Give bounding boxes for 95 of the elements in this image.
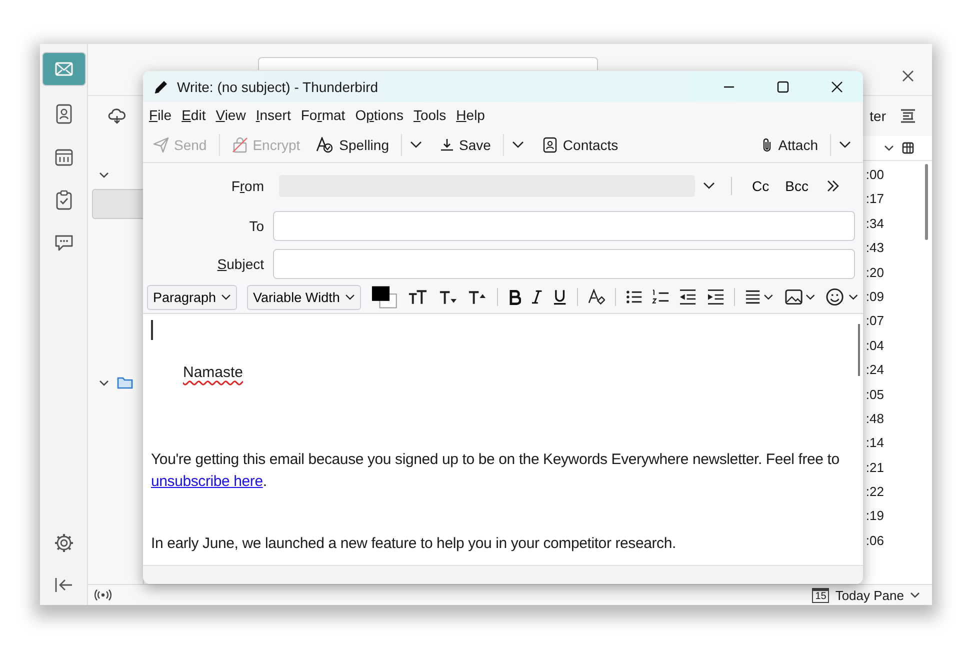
menu-item[interactable]: Edit bbox=[182, 107, 206, 123]
chevron-icon[interactable] bbox=[99, 380, 109, 386]
chevron-icon bbox=[221, 294, 232, 300]
italic-icon[interactable] bbox=[531, 289, 543, 305]
close-icon[interactable] bbox=[831, 80, 843, 92]
time-cell-text: :04 bbox=[866, 336, 884, 355]
cloud-icon[interactable] bbox=[108, 108, 126, 124]
table-icon[interactable] bbox=[902, 142, 914, 154]
from-label: From bbox=[230, 178, 265, 194]
layout-icon[interactable] bbox=[900, 108, 916, 124]
clear-formatting-icon[interactable] bbox=[588, 289, 606, 305]
menu-item[interactable]: File bbox=[149, 107, 172, 123]
font-size-icon[interactable] bbox=[408, 289, 428, 305]
tasks-icon[interactable] bbox=[56, 190, 72, 210]
menu-item[interactable]: Help bbox=[456, 107, 485, 123]
bulleted-list-icon[interactable] bbox=[626, 290, 642, 304]
time-cell-text: :07 bbox=[866, 312, 884, 330]
time-cell-text: :20 bbox=[866, 264, 884, 282]
maximize-icon[interactable] bbox=[777, 80, 789, 92]
indent-icon[interactable] bbox=[706, 289, 724, 305]
underline-icon[interactable] bbox=[552, 289, 567, 305]
text-cursor bbox=[151, 320, 152, 340]
menu-item[interactable]: View bbox=[216, 107, 246, 123]
chevron-icon[interactable] bbox=[99, 172, 109, 178]
paragraph-format-dropdown[interactable]: Paragraph bbox=[147, 284, 238, 310]
larger-text-icon[interactable] bbox=[467, 289, 487, 305]
chat-icon[interactable] bbox=[54, 234, 74, 252]
more-icon[interactable] bbox=[826, 180, 840, 192]
time-cell-text: :14 bbox=[866, 434, 884, 452]
send-icon bbox=[153, 137, 169, 153]
bold-icon[interactable] bbox=[508, 289, 522, 305]
lock-icon bbox=[232, 137, 248, 153]
contact-card-icon bbox=[542, 137, 558, 153]
paperclip-icon bbox=[761, 137, 774, 153]
bcc-button[interactable]: Bcc bbox=[777, 176, 816, 196]
font-dropdown[interactable]: Variable Width bbox=[247, 284, 361, 310]
body-paragraph: You're getting this email because you signed up to be on the Keywords Everywhere newsletter. Feel free to unsubscribe here. bbox=[151, 450, 840, 492]
chevron-icon[interactable] bbox=[703, 182, 715, 190]
menu-item[interactable]: Format bbox=[300, 107, 346, 123]
chevron-icon[interactable] bbox=[884, 145, 894, 151]
today-pane-button[interactable]: 15 Today Pane bbox=[812, 588, 920, 602]
spell-check-icon bbox=[316, 137, 334, 153]
search-field[interactable] bbox=[258, 57, 598, 70]
time-cell-text: :00 bbox=[866, 166, 884, 184]
to-field[interactable] bbox=[273, 211, 855, 241]
attach-button[interactable]: Attach bbox=[757, 134, 822, 156]
subject-field[interactable] bbox=[273, 249, 855, 279]
numbered-list-icon[interactable] bbox=[652, 289, 670, 305]
time-cell-text: :06 bbox=[866, 532, 884, 550]
online-status-icon[interactable] bbox=[94, 589, 112, 601]
time-cell-text: :43 bbox=[866, 239, 884, 258]
body-paragraph: In early June, we launched a new feature to help you in your competitor research. bbox=[151, 534, 677, 554]
cc-button[interactable]: Cc bbox=[744, 176, 778, 196]
calendar-icon[interactable] bbox=[54, 148, 72, 166]
pencil-icon bbox=[153, 78, 169, 94]
time-cell-text: :19 bbox=[866, 507, 884, 526]
menu-item[interactable]: Insert bbox=[256, 107, 291, 123]
time-cell-text: :09 bbox=[866, 288, 884, 306]
message-editor[interactable] bbox=[143, 314, 863, 565]
align-icon[interactable] bbox=[745, 289, 775, 305]
settings-icon[interactable] bbox=[54, 533, 74, 553]
to-label: To bbox=[248, 218, 265, 234]
time-cell-text: :24 bbox=[866, 361, 884, 380]
time-cell-text: :48 bbox=[866, 410, 884, 428]
download-icon bbox=[440, 138, 454, 152]
collapse-icon[interactable] bbox=[54, 577, 74, 593]
greeting-text: Namaste bbox=[183, 364, 244, 381]
time-cell-text: :17 bbox=[866, 190, 884, 208]
time-cell-text: :21 bbox=[866, 458, 884, 477]
time-cell-text: :22 bbox=[866, 483, 884, 502]
menu-item[interactable]: Tools bbox=[413, 107, 446, 123]
emoji-icon[interactable] bbox=[826, 288, 859, 306]
smaller-text-icon[interactable] bbox=[438, 289, 458, 305]
time-cell-text: :34 bbox=[866, 214, 884, 233]
calendar-day-icon: 15 bbox=[812, 588, 830, 602]
address-book-icon[interactable] bbox=[54, 104, 72, 124]
toolbar-button-text[interactable]: ter bbox=[870, 108, 886, 124]
contacts-button[interactable]: Contacts bbox=[538, 134, 622, 156]
scrollbar-thumb[interactable] bbox=[858, 324, 860, 376]
text-color-swatch[interactable] bbox=[370, 285, 398, 309]
save-button[interactable]: Save bbox=[436, 134, 495, 156]
close-icon[interactable] bbox=[902, 70, 914, 82]
window-title: Write: (no subject) - Thunderbird bbox=[177, 78, 378, 94]
unsubscribe-link[interactable]: unsubscribe here bbox=[151, 473, 263, 490]
insert-image-icon[interactable] bbox=[784, 289, 816, 305]
mail-icon[interactable] bbox=[42, 52, 86, 86]
folder-icon[interactable] bbox=[117, 376, 133, 389]
outdent-icon[interactable] bbox=[679, 289, 697, 305]
scrollbar-thumb[interactable] bbox=[925, 164, 928, 240]
chevron-icon[interactable] bbox=[910, 592, 920, 598]
time-cell-text: :05 bbox=[866, 386, 884, 404]
spelling-button[interactable]: Spelling bbox=[312, 134, 393, 156]
subject-label: Subject bbox=[216, 256, 265, 272]
chevron-icon bbox=[344, 294, 355, 300]
menu-item[interactable]: Options bbox=[355, 107, 404, 123]
